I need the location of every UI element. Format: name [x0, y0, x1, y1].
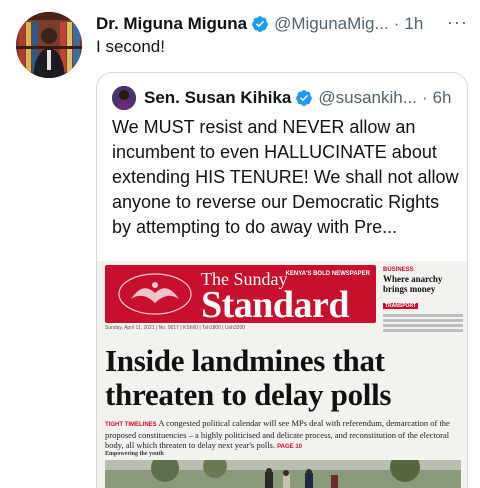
quoted-time: 6h — [432, 88, 452, 107]
masthead-emblem-icon — [118, 273, 192, 315]
newspaper-headline: Inside landmines that threaten to delay … — [105, 343, 392, 412]
quoted-author-avatar — [112, 86, 136, 110]
quoted-author-handle: @susankih... — [318, 88, 417, 107]
tweet-header: Dr. Miguna Miguna @MigunaMig... · 1h ··· — [96, 12, 468, 36]
strip-label: Empowering the youth — [105, 451, 164, 457]
quoted-tweet[interactable]: Sen. Susan Kihika @susankih... · 6h We M… — [96, 72, 468, 488]
quoted-header: Sen. Susan Kihika @susankih... · 6h — [112, 85, 452, 111]
side-kicker: BUSINESS — [383, 267, 414, 273]
side-teaser: BUSINESS Where anarchy brings money TRAN… — [383, 267, 463, 332]
tweet-time[interactable]: 1h — [404, 14, 423, 34]
verified-badge-icon — [295, 89, 313, 107]
verified-badge-icon — [251, 15, 269, 33]
more-options-icon[interactable]: ··· — [447, 12, 468, 33]
side-red-tag: TRANSPORT — [383, 303, 419, 309]
author-handle[interactable]: @MigunaMig... — [274, 14, 389, 34]
author-name[interactable]: Dr. Miguna Miguna — [96, 14, 247, 34]
masthead-tagline: KENYA'S BOLD NEWSPAPER — [285, 271, 370, 277]
side-text-lines — [383, 314, 463, 332]
newspaper-image[interactable]: The Sunday Standard KENYA'S BOLD NEWSPAP… — [97, 261, 467, 488]
quoted-author-name: Sen. Susan Kihika — [144, 88, 292, 107]
newspaper-lede: TIGHT TIMELINES A congested political ca… — [105, 418, 461, 452]
newspaper-photo — [105, 460, 461, 488]
masthead-title: Standard — [201, 284, 350, 326]
lede-page: PAGE 10 — [277, 444, 303, 450]
tweet-text: I second! — [96, 37, 165, 56]
date-line: Sunday, April 11, 2021 | No. 9017 | KSh6… — [105, 325, 246, 331]
tweet[interactable]: Dr. Miguna Miguna @MigunaMig... · 1h ···… — [0, 0, 480, 488]
author-avatar[interactable] — [16, 12, 82, 78]
header-separator: · — [393, 14, 400, 33]
lede-tag: TIGHT TIMELINES — [105, 422, 157, 428]
avatar-photo — [16, 12, 82, 78]
side-title: Where anarchy brings money — [383, 274, 443, 294]
quoted-header-separator: · — [421, 88, 428, 107]
quoted-text: We MUST resist and NEVER allow an incumb… — [112, 117, 459, 237]
masthead: The Sunday Standard KENYA'S BOLD NEWSPAP… — [105, 265, 376, 326]
